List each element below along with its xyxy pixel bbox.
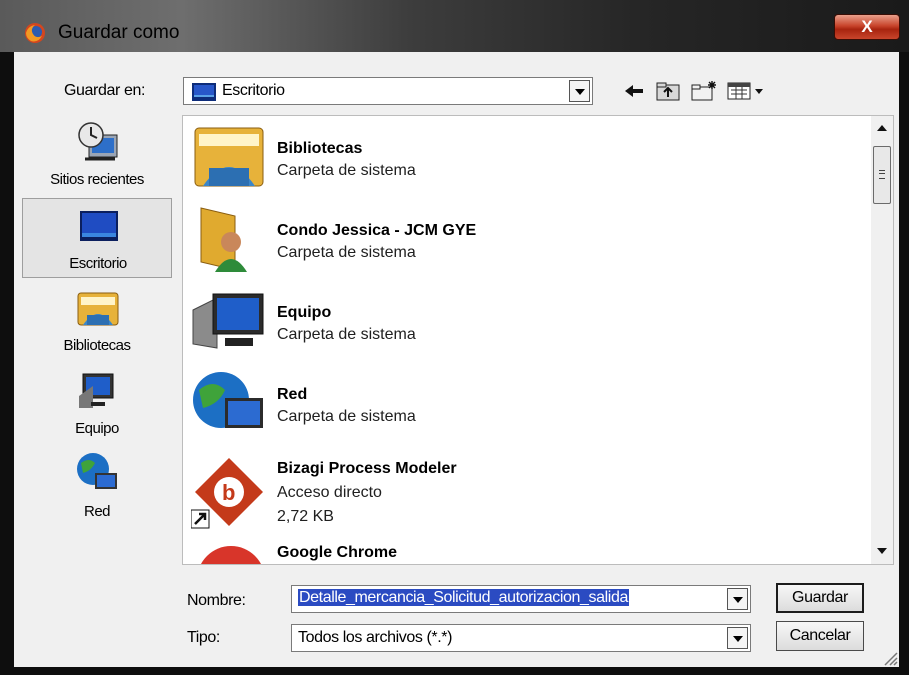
file-name: Google Chrome bbox=[277, 544, 398, 561]
list-item[interactable]: Google Chrome bbox=[183, 530, 871, 564]
list-item[interactable]: b Bizagi Process Modeler Acceso directo … bbox=[183, 444, 871, 540]
new-folder-icon[interactable] bbox=[690, 80, 718, 102]
file-name: Condo Jessica - JCM GYE bbox=[277, 222, 477, 239]
bizagi-shortcut-icon: b bbox=[191, 458, 263, 529]
filename-combo[interactable]: Detalle_mercancia_Solicitud_autorizacion… bbox=[291, 585, 751, 613]
window-title: Guardar como bbox=[58, 22, 180, 43]
scroll-down-icon[interactable] bbox=[874, 544, 890, 558]
chevron-down-icon[interactable] bbox=[569, 80, 590, 102]
libraries-icon bbox=[194, 127, 264, 187]
chrome-icon bbox=[201, 546, 261, 564]
file-name: Bibliotecas bbox=[277, 140, 363, 157]
places-bar: Sitios recientes Escritorio Bibliotecas bbox=[22, 115, 172, 565]
sidebar-item-computer[interactable]: Equipo bbox=[22, 364, 172, 444]
sidebar-item-label: Escritorio bbox=[69, 255, 127, 272]
sidebar-item-recent-places[interactable]: Sitios recientes bbox=[22, 115, 172, 195]
save-in-combo[interactable]: Escritorio bbox=[183, 77, 593, 105]
list-item[interactable]: Condo Jessica - JCM GYE Carpeta de siste… bbox=[183, 198, 871, 280]
network-icon bbox=[77, 453, 117, 489]
recent-places-icon bbox=[78, 122, 118, 161]
computer-icon bbox=[192, 293, 264, 349]
file-size: 2,72 KB bbox=[277, 508, 334, 525]
close-button[interactable]: X bbox=[834, 14, 900, 40]
filetype-label: Tipo: bbox=[187, 629, 220, 646]
file-type: Acceso directo bbox=[277, 484, 382, 501]
filename-input[interactable]: Detalle_mercancia_Solicitud_autorizacion… bbox=[298, 589, 629, 606]
save-in-value: Escritorio bbox=[222, 82, 285, 99]
save-in-label: Guardar en: bbox=[64, 82, 145, 99]
user-folder-icon bbox=[200, 207, 247, 272]
file-type: Carpeta de sistema bbox=[277, 162, 416, 179]
sidebar-item-desktop[interactable]: Escritorio bbox=[22, 198, 172, 278]
list-item[interactable]: Equipo Carpeta de sistema bbox=[183, 280, 871, 362]
file-type: Carpeta de sistema bbox=[277, 408, 416, 425]
sidebar-item-label: Sitios recientes bbox=[50, 171, 144, 188]
svg-text:b: b bbox=[222, 480, 235, 505]
file-type: Carpeta de sistema bbox=[277, 326, 416, 343]
desktop-icon bbox=[192, 83, 216, 101]
view-menu-icon[interactable] bbox=[726, 80, 766, 102]
scroll-thumb[interactable] bbox=[873, 146, 891, 204]
chevron-down-icon[interactable] bbox=[727, 627, 748, 649]
libraries-icon bbox=[77, 292, 119, 326]
window-frame-left bbox=[0, 52, 14, 675]
filetype-select[interactable]: Todos los archivos (*.*) bbox=[291, 624, 751, 652]
back-arrow-icon[interactable] bbox=[622, 80, 646, 102]
window-frame-bottom bbox=[0, 667, 909, 675]
file-type: Carpeta de sistema bbox=[277, 244, 416, 261]
computer-icon bbox=[79, 373, 114, 408]
sidebar-item-label: Red bbox=[83, 503, 111, 520]
file-name: Bizagi Process Modeler bbox=[277, 460, 457, 477]
resize-grip-icon[interactable] bbox=[880, 648, 898, 666]
firefox-icon bbox=[25, 23, 45, 43]
desktop-icon bbox=[80, 211, 118, 241]
vertical-scrollbar[interactable] bbox=[871, 116, 893, 564]
save-button[interactable]: Guardar bbox=[776, 583, 864, 613]
scroll-up-icon[interactable] bbox=[874, 122, 890, 136]
sidebar-item-label: Equipo bbox=[75, 420, 119, 437]
window-frame-right bbox=[899, 52, 909, 675]
file-list[interactable]: Bibliotecas Carpeta de sistema Condo Jes… bbox=[182, 115, 894, 565]
list-item[interactable]: Red Carpeta de sistema bbox=[183, 362, 871, 444]
filename-label: Nombre: bbox=[187, 592, 246, 609]
sidebar-item-network[interactable]: Red bbox=[22, 447, 172, 527]
list-item[interactable]: Bibliotecas Carpeta de sistema bbox=[183, 116, 871, 198]
title-bar[interactable]: Guardar como X bbox=[0, 0, 909, 52]
up-folder-icon[interactable] bbox=[654, 80, 682, 102]
save-as-dialog: Guardar como X Guardar en: Escritorio Si… bbox=[0, 0, 909, 675]
file-name: Red bbox=[277, 386, 308, 403]
sidebar-item-label: Bibliotecas bbox=[63, 337, 131, 354]
sidebar-item-libraries[interactable]: Bibliotecas bbox=[22, 281, 172, 361]
chevron-down-icon[interactable] bbox=[727, 588, 748, 610]
cancel-button[interactable]: Cancelar bbox=[776, 621, 864, 651]
file-name: Equipo bbox=[277, 304, 332, 321]
network-icon bbox=[193, 372, 263, 428]
filetype-value: Todos los archivos (*.*) bbox=[298, 629, 453, 646]
